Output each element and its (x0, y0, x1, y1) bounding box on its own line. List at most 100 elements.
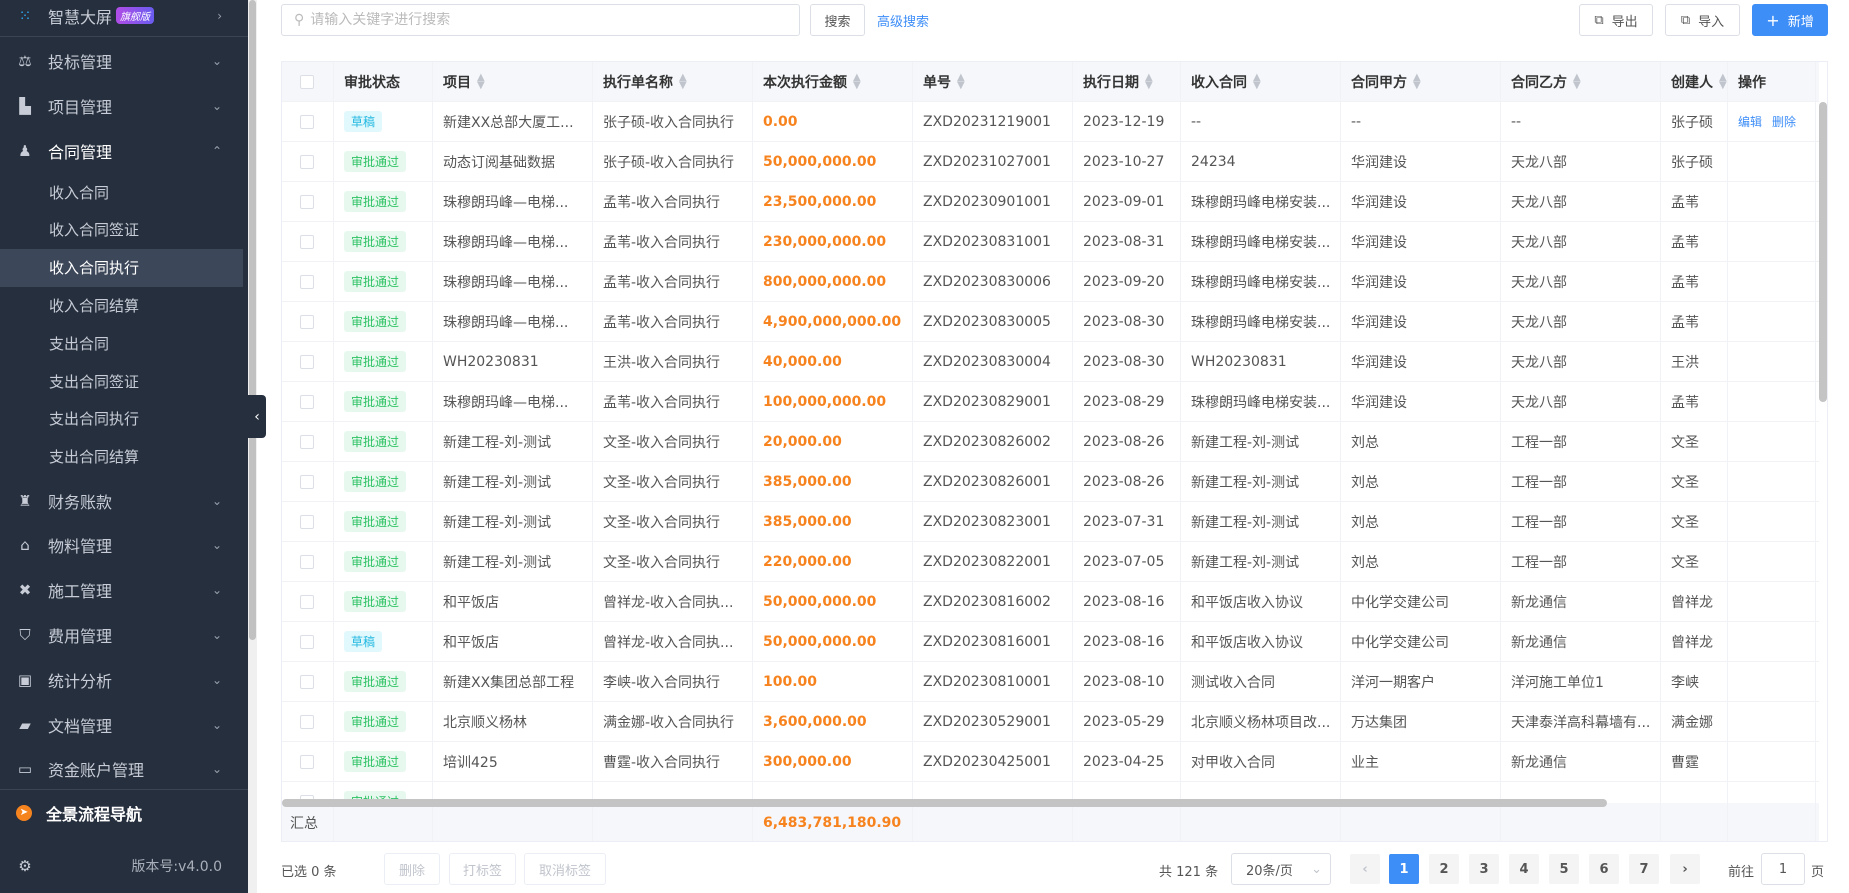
page-button[interactable]: 7 (1629, 854, 1659, 884)
column-header[interactable]: 本次执行金额 ▲ ▼ (753, 62, 913, 101)
cell-value: 24234 (1191, 153, 1236, 170)
row-checkbox[interactable] (300, 754, 314, 769)
sidebar-group-after-4[interactable]: ▣ 统计分析 ⌄ (0, 657, 248, 702)
row-checkbox[interactable] (300, 154, 314, 169)
row-select-cell (282, 662, 334, 701)
goto-page-input[interactable]: 1 (1761, 853, 1805, 885)
next-page-button[interactable]: › (1670, 854, 1700, 884)
table-cell: 李峡-收入合同执行 (593, 662, 753, 701)
sidebar-group-after-5[interactable]: ▰ 文档管理 ⌄ (0, 702, 248, 747)
sidebar-item-contract-0[interactable]: 收入合同 (0, 173, 243, 211)
sidebar-group-0[interactable]: ⚖ 投标管理 ⌄ (0, 38, 248, 83)
table-cell: 新建工程-刘-测试 (433, 462, 593, 501)
export-label: 导出 (1611, 14, 1638, 30)
cell-value: 珠穆朗玛峰电梯安装... (1191, 274, 1331, 291)
row-checkbox[interactable] (300, 394, 314, 409)
sidebar-item-dashboard[interactable]: ⁙ 智慧大屏 旗舰版 › (0, 0, 248, 38)
table-cell: 中化学交建公司 (1341, 582, 1501, 621)
cell-value: 文圣 (1671, 554, 1699, 571)
export-button[interactable]: ⧉ 导出 (1579, 4, 1653, 36)
column-header[interactable]: 创建人 ▲ ▼ (1661, 62, 1728, 101)
cell-value: 和平饭店收入协议 (1191, 634, 1303, 651)
sidebar-group-2[interactable]: ♟ 合同管理 ⌃ (0, 128, 248, 173)
sort-icon[interactable]: ▲ ▼ (1573, 72, 1581, 90)
row-checkbox[interactable] (300, 474, 314, 489)
row-checkbox[interactable] (300, 674, 314, 689)
page-button[interactable]: 6 (1589, 854, 1619, 884)
edit-link[interactable]: 编辑 (1738, 113, 1762, 130)
column-header[interactable]: 收入合同 ▲ ▼ (1181, 62, 1341, 101)
row-checkbox[interactable] (300, 114, 314, 129)
sidebar-group-1[interactable]: ▙ 项目管理 ⌄ (0, 83, 248, 128)
gear-icon[interactable]: ⚙ (16, 858, 34, 874)
page-button[interactable]: 1 (1389, 854, 1419, 884)
delete-link[interactable]: 删除 (1772, 113, 1796, 130)
collapse-sidebar-button[interactable]: ‹ (248, 395, 266, 438)
table-cell: ZXD20230829001 (913, 382, 1073, 421)
sidebar-item-contract-7[interactable]: 支出合同结算 (0, 438, 243, 476)
sort-icon[interactable]: ▲ ▼ (679, 72, 687, 90)
vertical-scrollbar[interactable] (1819, 102, 1827, 402)
column-header[interactable]: 合同甲方 ▲ ▼ (1341, 62, 1501, 101)
search-button[interactable]: 搜索 (810, 4, 865, 36)
row-checkbox[interactable] (300, 274, 314, 289)
sidebar-item-navigator[interactable]: ➤ 全景流程导航 (0, 790, 248, 835)
sidebar-group-after-0[interactable]: ♜ 财务账款 ⌄ (0, 478, 248, 523)
sort-icon[interactable]: ▲ ▼ (1719, 72, 1727, 90)
row-checkbox[interactable] (300, 554, 314, 569)
untag-button[interactable]: 取消标签 (524, 853, 606, 885)
add-button[interactable]: + 新增 (1752, 4, 1828, 36)
sidebar-item-contract-4[interactable]: 支出合同 (0, 324, 243, 362)
sidebar-item-contract-5[interactable]: 支出合同签证 (0, 362, 243, 400)
sidebar-group-after-6[interactable]: ▭ 资金账户管理 ⌄ (0, 747, 248, 792)
sidebar-item-contract-6[interactable]: 支出合同执行 (0, 400, 243, 438)
sidebar-item-contract-3[interactable]: 收入合同结算 (0, 286, 243, 324)
sidebar-group-after-1[interactable]: ⌂ 物料管理 ⌄ (0, 523, 248, 568)
sort-icon[interactable]: ▲ ▼ (853, 72, 861, 90)
column-header[interactable]: 执行单名称 ▲ ▼ (593, 62, 753, 101)
sort-icon[interactable]: ▲ ▼ (1253, 72, 1261, 90)
page-button[interactable]: 3 (1469, 854, 1499, 884)
sort-icon[interactable]: ▲ ▼ (1413, 72, 1421, 90)
summary-cell (1728, 803, 1816, 841)
page-button[interactable]: 4 (1509, 854, 1539, 884)
row-checkbox[interactable] (300, 234, 314, 249)
sidebar-scrollbar[interactable] (248, 0, 257, 893)
page-button[interactable]: 5 (1549, 854, 1579, 884)
row-checkbox[interactable] (300, 314, 314, 329)
select-all-checkbox[interactable] (300, 74, 314, 89)
row-checkbox[interactable] (300, 514, 314, 529)
row-checkbox[interactable] (300, 594, 314, 609)
sort-icon[interactable]: ▲ ▼ (957, 72, 965, 90)
row-checkbox[interactable] (300, 194, 314, 209)
sort-icon[interactable]: ▲ ▼ (477, 72, 485, 90)
delete-button[interactable]: 删除 (384, 853, 440, 885)
column-header[interactable]: 执行日期 ▲ ▼ (1073, 62, 1181, 101)
search-input[interactable] (310, 12, 799, 28)
table-cell: 审批通过 (334, 302, 433, 341)
sidebar-group-after-2[interactable]: ✖ 施工管理 ⌄ (0, 568, 248, 613)
row-checkbox[interactable] (300, 434, 314, 449)
horizontal-scrollbar[interactable] (282, 799, 1607, 807)
row-checkbox[interactable] (300, 634, 314, 649)
sort-icon[interactable]: ▲ ▼ (1145, 72, 1153, 90)
tag-button[interactable]: 打标签 (449, 853, 516, 885)
advanced-search-link[interactable]: 高级搜索 (877, 11, 929, 30)
column-header[interactable]: 合同乙方 ▲ ▼ (1501, 62, 1661, 101)
row-checkbox[interactable] (300, 354, 314, 369)
cell-value: 孟苇-收入合同执行 (603, 234, 721, 251)
page-button[interactable]: 2 (1429, 854, 1459, 884)
cell-value: 珠穆朗玛峰电梯安装... (1191, 394, 1331, 411)
sidebar-group-after-3[interactable]: ⛉ 费用管理 ⌄ (0, 612, 248, 657)
column-header[interactable]: 单号 ▲ ▼ (913, 62, 1073, 101)
row-checkbox[interactable] (300, 714, 314, 729)
sidebar-item-contract-1[interactable]: 收入合同签证 (0, 211, 243, 249)
page-size-select[interactable]: 20条/页 ⌄ (1231, 853, 1331, 885)
import-button[interactable]: ⧉ 导入 (1665, 4, 1740, 36)
cell-value: 华润建设 (1351, 394, 1407, 411)
column-header[interactable]: 项目 ▲ ▼ (433, 62, 593, 101)
cell-value: 100.00 (763, 673, 818, 690)
sidebar-item-contract-2[interactable]: 收入合同执行 (0, 248, 243, 287)
table-cell: 曾祥龙 (1661, 622, 1728, 661)
prev-page-button[interactable]: ‹ (1350, 854, 1380, 884)
